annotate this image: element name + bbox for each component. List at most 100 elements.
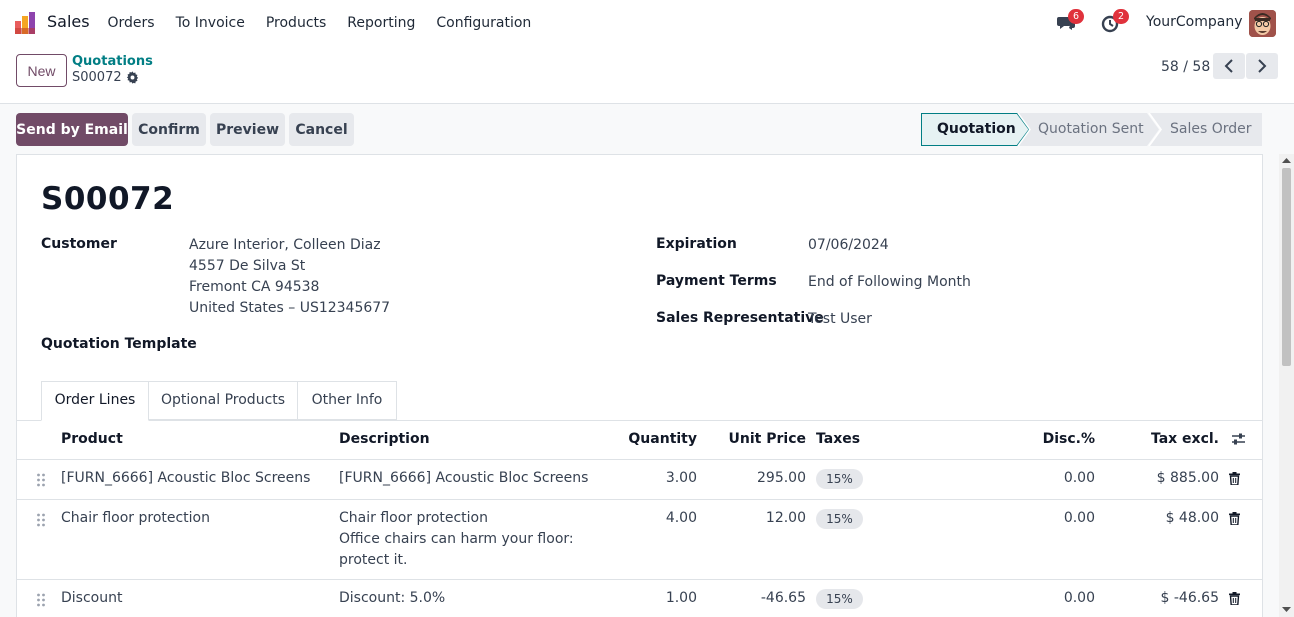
form-sheet: S00072 Customer Azure Interior, Colleen … <box>16 154 1263 617</box>
row-description[interactable]: Discount: 5.0% <box>339 588 445 609</box>
payment-terms-label: Payment Terms <box>656 273 777 289</box>
quotation-template-field[interactable] <box>189 333 569 355</box>
column-header-quantity[interactable]: Quantity <box>597 431 697 447</box>
row-tax-badge[interactable]: 15% <box>816 589 863 609</box>
column-header-taxes[interactable]: Taxes <box>816 431 860 447</box>
table-header-divider <box>17 459 1262 460</box>
row-quantity[interactable]: 4.00 <box>597 508 697 529</box>
row-discount[interactable]: 0.00 <box>995 468 1095 489</box>
row-tax-badge[interactable]: 15% <box>816 509 863 529</box>
gear-icon[interactable] <box>126 71 139 84</box>
row-quantity[interactable]: 1.00 <box>597 588 697 609</box>
row-unit-price[interactable]: 12.00 <box>706 508 806 529</box>
new-button[interactable]: New <box>16 54 67 87</box>
row-unit-price[interactable]: 295.00 <box>706 468 806 489</box>
chevron-left-icon <box>1224 59 1233 73</box>
send-by-email-button[interactable]: Send by Email <box>16 113 128 146</box>
row-description-line: Chair floor protection <box>339 510 488 526</box>
company-switcher[interactable]: YourCompany <box>1146 14 1243 30</box>
menu-reporting[interactable]: Reporting <box>337 0 426 46</box>
app-name[interactable]: Sales <box>47 12 90 31</box>
row-description[interactable]: Chair floor protection Office chairs can… <box>339 508 574 571</box>
pager-next-button[interactable] <box>1246 53 1278 79</box>
activities-count-badge: 2 <box>1113 9 1129 24</box>
tabs-divider <box>17 420 1262 421</box>
menu-configuration[interactable]: Configuration <box>426 0 542 46</box>
customer-street: 4557 De Silva St <box>189 258 306 274</box>
confirm-button[interactable]: Confirm <box>132 113 206 146</box>
optional-columns-icon[interactable] <box>1231 432 1246 446</box>
scroll-up-icon[interactable] <box>1282 157 1291 164</box>
row-description-line: protect it. <box>339 552 408 568</box>
menu-to-invoice[interactable]: To Invoice <box>165 0 255 46</box>
drag-handle-icon[interactable] <box>36 593 46 607</box>
drag-handle-icon[interactable] <box>36 473 46 487</box>
stage-quotation[interactable]: Quotation <box>937 113 1016 146</box>
column-header-unit-price[interactable]: Unit Price <box>706 431 806 447</box>
breadcrumb-current-record: S00072 <box>72 70 122 85</box>
top-navbar: Sales Orders To Invoice Products Reporti… <box>0 0 1294 46</box>
row-divider <box>17 579 1262 580</box>
row-subtotal: $ -46.65 <box>1160 590 1220 606</box>
row-product[interactable]: Chair floor protection <box>61 508 210 529</box>
customer-field[interactable]: Azure Interior, Colleen Diaz 4557 De Sil… <box>189 235 390 319</box>
row-description-line: Office chairs can harm your floor: <box>339 531 574 547</box>
messages-count-badge: 6 <box>1068 9 1084 24</box>
action-bar: Send by Email Confirm Preview Cancel Quo… <box>0 105 1294 155</box>
row-unit-price[interactable]: -46.65 <box>706 588 806 609</box>
customer-city: Fremont CA 94538 <box>189 279 320 295</box>
trash-icon[interactable] <box>1229 512 1240 525</box>
row-divider <box>17 499 1262 500</box>
pager-value: 58 / 58 <box>1161 59 1211 75</box>
column-header-discount[interactable]: Disc.% <box>995 431 1095 447</box>
row-discount[interactable]: 0.00 <box>995 588 1095 609</box>
messages-button[interactable]: 6 <box>1056 9 1084 33</box>
sales-representative-field[interactable]: Test User <box>808 309 872 330</box>
menu-products[interactable]: Products <box>255 0 336 46</box>
customer-label: Customer <box>41 236 117 252</box>
user-avatar-icon <box>1249 10 1276 37</box>
page-scrollbar[interactable] <box>1279 154 1294 617</box>
scrollbar-thumb[interactable] <box>1282 168 1291 366</box>
drag-handle-icon[interactable] <box>36 513 46 527</box>
breadcrumb-quotations[interactable]: Quotations <box>72 54 153 69</box>
row-discount[interactable]: 0.00 <box>995 508 1095 529</box>
control-panel: New Quotations S00072 58 / 58 <box>0 46 1294 104</box>
column-header-description[interactable]: Description <box>339 431 430 447</box>
status-bar: Quotation Quotation Sent Sales Order <box>921 113 1262 146</box>
chevron-right-icon <box>1258 59 1267 73</box>
expiration-label: Expiration <box>656 236 737 252</box>
trash-icon[interactable] <box>1229 472 1240 485</box>
column-header-product[interactable]: Product <box>61 431 123 447</box>
tab-optional-products[interactable]: Optional Products <box>148 381 298 420</box>
payment-terms-field[interactable]: End of Following Month <box>808 272 971 293</box>
row-tax-badge[interactable]: 15% <box>816 469 863 489</box>
activities-button[interactable]: 2 <box>1101 9 1129 33</box>
preview-button[interactable]: Preview <box>210 113 285 146</box>
row-product[interactable]: [FURN_6666] Acoustic Bloc Screens <box>61 468 310 489</box>
sales-representative-label: Sales Representative <box>656 310 824 326</box>
user-avatar[interactable] <box>1249 10 1276 37</box>
column-header-tax-excluded[interactable]: Tax excl. <box>1119 431 1219 447</box>
row-description[interactable]: [FURN_6666] Acoustic Bloc Screens <box>339 468 588 489</box>
cancel-button[interactable]: Cancel <box>289 113 354 146</box>
row-subtotal: $ 885.00 <box>1156 470 1219 486</box>
main-menu: Orders To Invoice Products Reporting Con… <box>97 0 542 46</box>
pager-previous-button[interactable] <box>1213 53 1245 79</box>
row-subtotal: $ 48.00 <box>1165 510 1219 526</box>
tab-order-lines[interactable]: Order Lines <box>41 381 149 421</box>
row-quantity[interactable]: 3.00 <box>597 468 697 489</box>
record-title: S00072 <box>41 181 175 217</box>
scroll-down-icon[interactable] <box>1282 606 1291 613</box>
stage-quotation-sent[interactable]: Quotation Sent <box>1038 113 1144 146</box>
customer-name: Azure Interior, Colleen Diaz <box>189 237 381 253</box>
quotation-template-label: Quotation Template <box>41 336 197 352</box>
menu-orders[interactable]: Orders <box>97 0 165 46</box>
customer-country-vat: United States – US12345677 <box>189 300 391 316</box>
trash-icon[interactable] <box>1229 592 1240 605</box>
stage-sales-order[interactable]: Sales Order <box>1170 113 1252 146</box>
sales-app-icon[interactable] <box>15 12 37 34</box>
row-product[interactable]: Discount <box>61 588 122 609</box>
tab-other-info[interactable]: Other Info <box>297 381 397 420</box>
expiration-field[interactable]: 07/06/2024 <box>808 235 889 256</box>
